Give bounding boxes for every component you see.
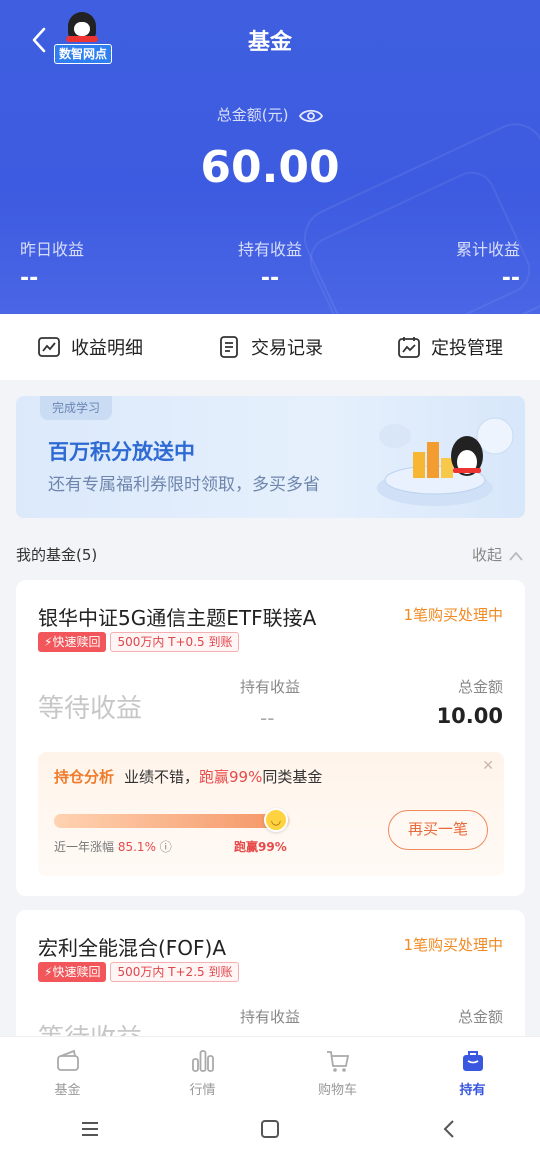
hold-value: -- [260, 706, 275, 730]
chevron-up-icon [509, 551, 523, 561]
tab-label: 基金 [54, 1083, 81, 1098]
fund-status[interactable]: 1笔购买处理中 [403, 604, 503, 625]
total-label: 总金额(元) [0, 104, 540, 125]
year-change: 近一年涨幅 85.1% ⓘ [54, 840, 172, 854]
chart-icon [38, 337, 60, 357]
total-value: 10.00 [436, 704, 503, 728]
holding-analysis: ✕ 持仓分析 业绩不错，跑赢99%同类基金 ◡ 近一年涨幅 85.1% ⓘ 跑赢… [38, 752, 504, 876]
page-title: 基金 [247, 30, 292, 55]
year-value: 85.1% [117, 840, 156, 854]
beat-text: 跑赢99% [234, 840, 287, 854]
quick-actions: 收益明细 交易记录 定投管理 [0, 314, 540, 380]
tab-label: 持有 [459, 1083, 486, 1098]
fast-redeem-badge: ⚡快速赎回 [38, 632, 107, 652]
rebuy-button[interactable]: 再买一笔 [388, 810, 488, 850]
action-label: 收益明细 [71, 338, 143, 359]
total-amount: 60.00 [200, 142, 340, 193]
system-nav-bar [0, 1106, 540, 1152]
document-icon [220, 336, 238, 358]
hold-label: 持有收益 [240, 678, 301, 696]
tab-fund[interactable]: 基金 [0, 1037, 135, 1106]
funds-header: 我的基金(5) 收起 [16, 544, 524, 568]
wallet-icon [56, 1049, 79, 1071]
fund-card[interactable]: 银华中证5G通信主题ETF联接A 1笔购买处理中 ⚡快速赎回 500万内 T+0… [16, 580, 525, 896]
total-label: 总金额 [457, 678, 503, 696]
stat-label: 持有收益 [238, 240, 303, 259]
rank-progress-bar: ◡ [54, 808, 290, 832]
year-label: 近一年涨幅 [54, 840, 115, 854]
tab-label: 购物车 [317, 1083, 357, 1098]
badge-label: 快速赎回 [52, 635, 101, 649]
stat-label: 昨日收益 [20, 240, 85, 259]
action-auto-invest[interactable]: 定投管理 [397, 334, 503, 360]
tab-market[interactable]: 行情 [135, 1037, 270, 1106]
smiley-icon: ◡ [264, 808, 288, 832]
analysis-label: 持仓分析 [54, 768, 115, 786]
collapse-label: 收起 [471, 546, 502, 564]
analysis-highlight: 跑赢99% [199, 768, 263, 786]
total-label-text: 总金额(元) [216, 106, 289, 124]
action-label: 交易记录 [251, 338, 323, 359]
back-icon[interactable] [438, 1117, 462, 1141]
banner-headline: 百万积分放送中 [48, 440, 195, 464]
fund-card[interactable]: 宏利全能混合(FOF)A 1笔购买处理中 ⚡快速赎回 500万内 T+2.5 到… [16, 910, 525, 1054]
cart-icon [326, 1051, 349, 1072]
stat-holding: 持有收益 -- [238, 236, 302, 291]
banner-chip: 完成学习 [40, 396, 113, 420]
waiting-text: 等待收益 [38, 694, 143, 724]
badge-label: 快速赎回 [52, 965, 101, 979]
bottom-tab-bar: 基金 行情 购物车 持有 [0, 1036, 540, 1106]
fund-tags: ⚡快速赎回 500万内 T+2.5 到账 [38, 962, 240, 982]
analysis-prefix: 业绩不错， [124, 768, 200, 786]
tab-cart[interactable]: 购物车 [270, 1037, 405, 1106]
stat-cumulative: 累计收益 -- [456, 236, 520, 291]
fund-name: 宏利全能混合(FOF)A [38, 936, 227, 960]
fund-tags: ⚡快速赎回 500万内 T+0.5 到账 [38, 632, 240, 652]
stat-value: -- [20, 266, 39, 291]
coin-illustration-icon [377, 417, 514, 506]
stat-label: 累计收益 [455, 240, 520, 259]
fast-redeem-badge: ⚡快速赎回 [38, 962, 107, 982]
tab-holding[interactable]: 持有 [405, 1037, 540, 1106]
funds-title: 我的基金(5) [16, 546, 98, 564]
total-label: 总金额 [457, 1008, 503, 1026]
analysis-text: 业绩不错，跑赢99%同类基金 [124, 766, 322, 787]
bar-chart-icon [191, 1050, 214, 1072]
eye-icon[interactable] [299, 108, 324, 124]
home-icon[interactable] [258, 1117, 282, 1141]
stat-yesterday: 昨日收益 -- [20, 236, 84, 291]
tab-label: 行情 [189, 1083, 216, 1098]
briefcase-icon [462, 1051, 483, 1071]
fund-status[interactable]: 1笔购买处理中 [403, 934, 503, 955]
rank-progress-fill [54, 814, 276, 828]
collapse-toggle[interactable]: 收起 [472, 544, 524, 565]
stat-value: -- [260, 266, 280, 291]
close-icon[interactable]: ✕ [482, 758, 494, 774]
promo-banner[interactable]: 完成学习 百万积分放送中 还有专属福利券限时领取，多买多省 [16, 396, 525, 518]
arrival-time-badge: 500万内 T+2.5 到账 [110, 962, 240, 982]
action-income-detail[interactable]: 收益明细 [37, 334, 143, 360]
menu-icon[interactable] [78, 1117, 102, 1141]
action-trade-records[interactable]: 交易记录 [217, 334, 323, 360]
hold-label: 持有收益 [240, 1008, 301, 1026]
banner-subline: 还有专属福利券限时领取，多买多省 [48, 475, 320, 495]
stat-value: -- [501, 266, 520, 291]
header: 数智网点 基金 总金额(元) 60.00 昨日收益 -- 持有收益 -- 累计收… [0, 0, 540, 314]
action-label: 定投管理 [431, 338, 503, 359]
analysis-suffix: 同类基金 [262, 768, 323, 786]
fund-name: 银华中证5G通信主题ETF联接A [38, 606, 317, 630]
calendar-trend-icon [398, 337, 420, 358]
arrival-time-badge: 500万内 T+0.5 到账 [110, 632, 240, 652]
